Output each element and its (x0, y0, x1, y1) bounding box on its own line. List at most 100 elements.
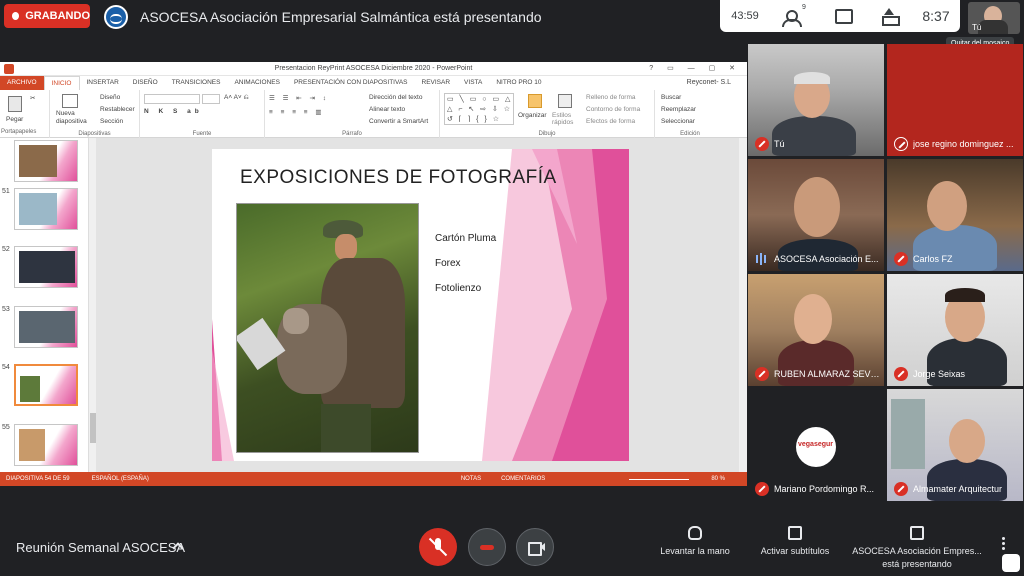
layout-button[interactable]: Diseño (100, 94, 120, 101)
arrange-button[interactable]: Organizar (518, 112, 547, 119)
powerpoint-icon (4, 64, 14, 74)
quick-styles-icon[interactable] (558, 94, 572, 108)
cut-icon[interactable]: ✂ (30, 94, 38, 102)
comments-button[interactable]: COMENTARIOS (501, 476, 545, 482)
participant-tile[interactable]: Jorge Seixas (887, 274, 1023, 386)
thumbnail-54[interactable] (14, 364, 78, 406)
chat-icon[interactable] (818, 0, 866, 32)
window-controls-icon[interactable]: ? ▭ — ▢ ✕ (649, 62, 741, 76)
tab-animaciones[interactable]: ANIMACIONES (227, 76, 287, 90)
notes-button[interactable]: NOTAS (461, 476, 481, 482)
participant-tile[interactable]: Almamater Arquitectur (887, 389, 1023, 501)
present-screen-icon (910, 526, 924, 540)
zoom-slider[interactable] (629, 478, 690, 480)
paste-icon[interactable] (8, 96, 22, 112)
meeting-name[interactable]: Reunión Semanal ASOCESA (16, 540, 185, 555)
slide-scrollbar[interactable] (739, 138, 747, 472)
font-name-select[interactable] (144, 94, 200, 104)
recording-badge[interactable]: GRABANDO (4, 4, 90, 28)
hair (945, 288, 985, 302)
tab-transiciones[interactable]: TRANSICIONES (165, 76, 228, 90)
slide-item: Cartón Pluma (435, 233, 497, 244)
tab-inicio[interactable]: INICIO (43, 76, 80, 90)
find-button[interactable]: Buscar (661, 94, 681, 101)
ppt-statusbar: DIAPOSITIVA 54 DE 59 ESPAÑOL (ESPAÑA) NO… (0, 472, 747, 486)
bottom-bar: Reunión Semanal ASOCESA Levantar la mano… (0, 518, 1024, 576)
self-preview[interactable]: Tú (968, 2, 1020, 34)
thumbnail-52[interactable] (14, 246, 78, 288)
convert-smartart-button[interactable]: Convertir a SmartArt (369, 118, 428, 125)
current-slide[interactable]: EXPOSICIONES DE FOTOGRAFÍA Cartón Pluma … (212, 149, 629, 461)
thumbnail-55[interactable] (14, 424, 78, 466)
shape-fill-button[interactable]: Relleno de forma (586, 94, 636, 101)
participant-tile[interactable]: RUBEN ALMARAZ SEVI... (748, 274, 884, 386)
mic-off-icon (755, 367, 769, 381)
participant-tile[interactable]: Tú (748, 44, 884, 156)
participant-name: Almamater Arquitectur (913, 484, 1003, 494)
participant-tile[interactable]: vegasegur Mariano Pordomingo R... (748, 389, 884, 501)
ppt-window-title: Presentacion ReyPrint ASOCESA Diciembre … (274, 65, 473, 72)
bookshelf (891, 399, 925, 469)
font-group: A˄ A˅ ⎌ N K S ab Fuente (140, 90, 265, 138)
thumbnail-num: 55 (2, 424, 10, 431)
ppt-user[interactable]: Reyconet- S.L (687, 76, 731, 90)
thumbnail-50[interactable] (14, 140, 78, 182)
text-direction-button[interactable]: Dirección del texto (369, 94, 422, 101)
language[interactable]: ESPAÑOL (ESPAÑA) (92, 476, 149, 482)
paste-button[interactable]: Pegar (6, 116, 23, 123)
thumbnails-scrollbar[interactable] (88, 138, 96, 472)
thumbnail-51[interactable] (14, 188, 78, 230)
shape-outline-button[interactable]: Contorno de forma (586, 106, 640, 113)
participant-tile[interactable]: jose regino dominguez ... (887, 44, 1023, 156)
align-icons[interactable]: ≡ ≡ ≡ ≡ ▥ (269, 108, 325, 116)
raise-hand-button[interactable]: Levantar la mano (655, 526, 735, 556)
participant-name: Tú (774, 139, 785, 149)
font-format-icons[interactable]: N K S ab (144, 108, 203, 115)
mic-toggle-button[interactable] (419, 528, 457, 566)
people-icon[interactable]: 9 (770, 0, 818, 32)
hang-up-button[interactable] (468, 528, 506, 566)
captions-button[interactable]: Activar subtítulos (755, 526, 835, 556)
new-slide-icon[interactable] (62, 94, 78, 108)
arrange-icon[interactable] (528, 94, 542, 108)
meeting-details-icon[interactable] (1002, 554, 1020, 572)
tab-presentacion[interactable]: PRESENTACIÓN CON DIAPOSITIVAS (287, 76, 415, 90)
clipboard-group-label: Portapapeles (1, 129, 37, 135)
list-icons[interactable]: ☰ ☰ ⇤ ⇥ ↕ (269, 94, 329, 102)
tab-nitro[interactable]: NITRO PRO 10 (489, 76, 548, 90)
presenting-button[interactable]: ASOCESA Asociación Empres... está presen… (852, 526, 982, 569)
participant-tile[interactable]: Carlos FZ (887, 159, 1023, 271)
section-button[interactable]: Sección (100, 118, 123, 125)
participant-tile[interactable]: ASOCESA Asociación E... (748, 159, 884, 271)
zoom-level[interactable]: 80 % (711, 476, 725, 482)
tab-diseno[interactable]: DISEÑO (126, 76, 165, 90)
grow-font-icon[interactable]: A˄ A˅ ⎌ (224, 94, 249, 102)
vegasegur-logo: vegasegur (798, 441, 834, 448)
font-size-select[interactable] (202, 94, 220, 104)
select-button[interactable]: Seleccionar (661, 118, 695, 125)
tab-insertar[interactable]: INSERTAR (80, 76, 126, 90)
shape-effects-button[interactable]: Efectos de forma (586, 118, 635, 125)
participant-name: Jorge Seixas (913, 369, 966, 379)
tab-archivo[interactable]: ARCHIVO (0, 76, 44, 90)
wolf-head (283, 308, 309, 334)
participant-face (794, 177, 840, 237)
replace-button[interactable]: Reemplazar (661, 106, 696, 113)
ppt-tabs: ARCHIVO INICIO INSERTAR DISEÑO TRANSICIO… (0, 76, 747, 90)
shapes-gallery[interactable]: ▭ ╲ ▭ ○ ▭ △ △ ⌐ ↖ ⇨ ⇩ ☆ ↺ ⌈ ⌉ { } ☆ (444, 93, 514, 125)
more-options-icon[interactable] (1002, 542, 1005, 545)
ppt-workspace: 51 52 53 54 55 EXPOSICIONES DE FOTOGRAFÍ… (0, 138, 747, 472)
quick-styles-button[interactable]: Estilos rápidos (552, 112, 580, 126)
align-text-button[interactable]: Alinear texto (369, 106, 405, 113)
self-body (978, 20, 1008, 34)
top-bar: GRABANDO ASOCESA Asociación Empresarial … (0, 0, 1024, 50)
new-slide-button[interactable]: Nueva diapositiva (56, 110, 87, 126)
camera-toggle-button[interactable] (516, 528, 554, 566)
scroll-thumb[interactable] (90, 413, 96, 443)
reset-button[interactable]: Restablecer (100, 106, 135, 113)
tab-revisar[interactable]: REVISAR (415, 76, 458, 90)
activities-icon[interactable] (866, 0, 914, 32)
tab-vista[interactable]: VISTA (457, 76, 489, 90)
participant-name: RUBEN ALMARAZ SEVI... (774, 369, 880, 379)
thumbnail-53[interactable] (14, 306, 78, 348)
